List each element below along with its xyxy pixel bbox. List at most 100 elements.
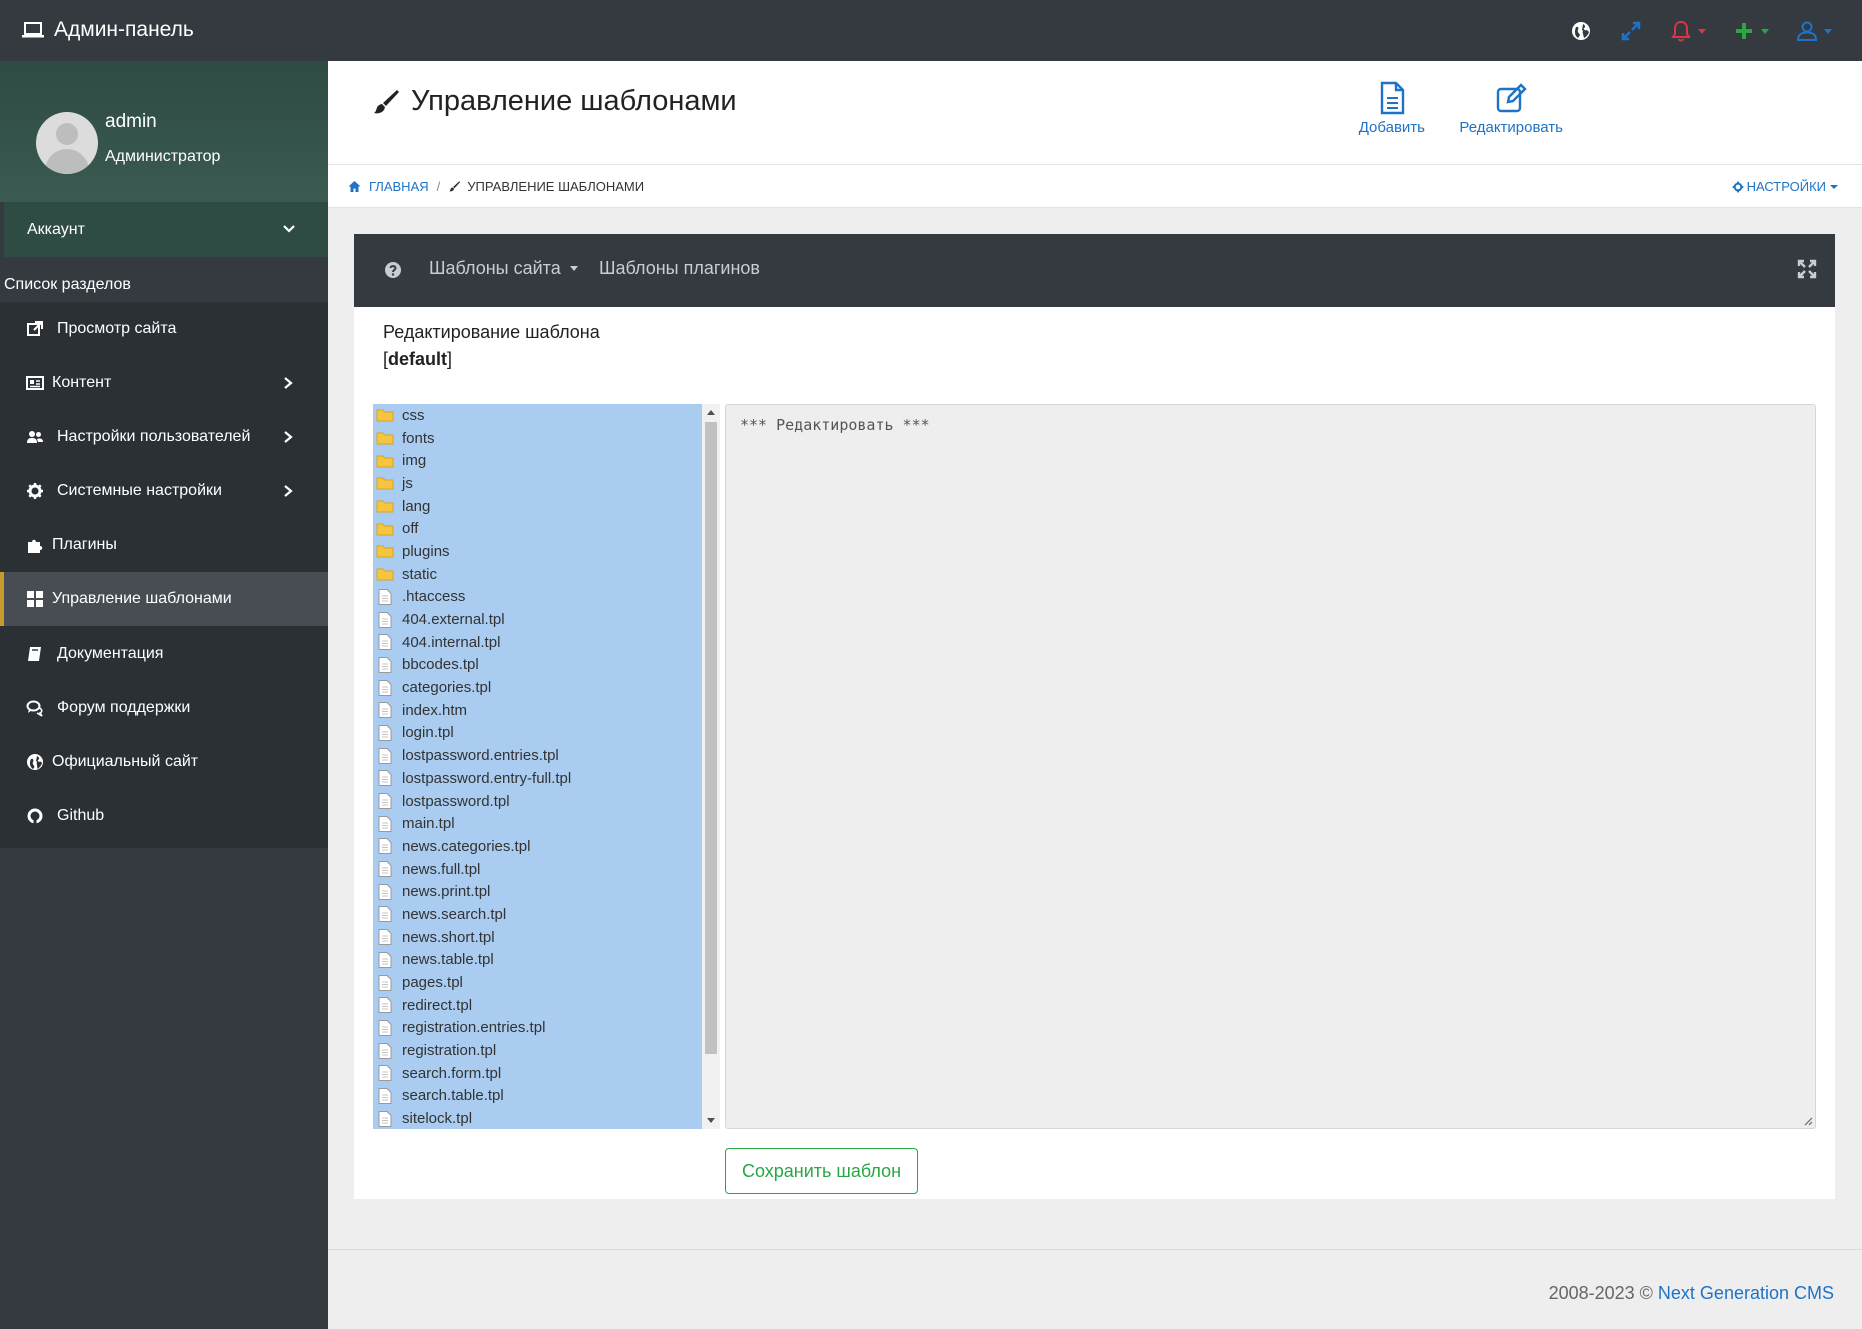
sidebar-item-content[interactable]: Контент	[0, 356, 328, 410]
user-menu-button[interactable]	[1795, 16, 1832, 46]
sidebar-item-user-settings[interactable]: Настройки пользователей	[0, 410, 328, 464]
resize-handle-icon[interactable]	[1803, 1116, 1813, 1126]
tab-site-templates-label: Шаблоны сайта	[429, 258, 561, 278]
folder-item[interactable]: css	[373, 404, 702, 427]
globe-icon	[27, 754, 43, 770]
folder-item[interactable]: js	[373, 472, 702, 495]
breadcrumb-home[interactable]: ГЛАВНАЯ	[369, 179, 429, 194]
settings-dropdown[interactable]: НАСТРОЙКИ	[1732, 179, 1838, 194]
add-menu-button[interactable]	[1732, 16, 1769, 46]
globe-button[interactable]	[1569, 16, 1593, 46]
file-name: img	[402, 452, 427, 470]
file-item[interactable]: news.full.tpl	[373, 858, 702, 881]
sidebar-item-support-forum[interactable]: Форум поддержки	[0, 681, 328, 735]
file-item[interactable]: news.table.tpl	[373, 949, 702, 972]
file-icon	[378, 588, 392, 605]
notifications-button[interactable]	[1669, 16, 1706, 46]
sidebar-item-view-site[interactable]: Просмотр сайта	[0, 302, 328, 356]
brand[interactable]: Админ-панель	[20, 17, 194, 43]
file-icon	[378, 679, 392, 696]
folder-icon	[376, 500, 394, 513]
sidebar-item-label: Управление шаблонами	[52, 590, 232, 607]
file-name: main.tpl	[402, 815, 455, 833]
file-icon	[378, 906, 392, 923]
scroll-down-arrow-icon[interactable]	[707, 1118, 715, 1123]
file-item[interactable]: login.tpl	[373, 722, 702, 745]
file-name: news.categories.tpl	[402, 837, 531, 855]
file-item[interactable]: news.short.tpl	[373, 926, 702, 949]
scroll-thumb[interactable]	[705, 422, 717, 1054]
scroll-up-arrow-icon[interactable]	[707, 410, 715, 415]
folder-item[interactable]: img	[373, 449, 702, 472]
top-navbar: Админ-панель	[0, 0, 1862, 61]
folder-item[interactable]: static	[373, 563, 702, 586]
paint-brush-icon	[449, 181, 461, 192]
file-item[interactable]: news.print.tpl	[373, 880, 702, 903]
file-item[interactable]: 404.external.tpl	[373, 608, 702, 631]
chevron-right-icon	[284, 431, 293, 443]
page-title-text: Управление шаблонами	[411, 85, 737, 117]
top-icons	[1543, 16, 1832, 46]
account-dropdown[interactable]: Аккаунт	[4, 202, 328, 257]
file-item[interactable]: pages.tpl	[373, 971, 702, 994]
file-item[interactable]: lostpassword.entries.tpl	[373, 744, 702, 767]
file-item[interactable]: 404.internal.tpl	[373, 631, 702, 654]
file-item[interactable]: news.categories.tpl	[373, 835, 702, 858]
file-item[interactable]: registration.tpl	[373, 1039, 702, 1062]
sidebar-item-documentation[interactable]: Документация	[0, 627, 328, 681]
file-list-scrollbar[interactable]	[702, 404, 720, 1129]
file-name: search.form.tpl	[402, 1064, 502, 1082]
expand-icon[interactable]	[1797, 259, 1817, 279]
folder-icon	[376, 545, 394, 558]
external-link-icon	[27, 321, 43, 336]
chevron-right-icon	[284, 485, 293, 497]
folder-item[interactable]: fonts	[373, 427, 702, 450]
file-name: search.table.tpl	[402, 1087, 504, 1105]
file-item[interactable]: lostpassword.entry-full.tpl	[373, 767, 702, 790]
avatar-body	[45, 149, 89, 174]
file-item[interactable]: categories.tpl	[373, 676, 702, 699]
file-item[interactable]: index.htm	[373, 699, 702, 722]
file-item[interactable]: bbcodes.tpl	[373, 654, 702, 677]
file-item[interactable]: main.tpl	[373, 812, 702, 835]
save-template-button[interactable]: Сохранить шаблон	[725, 1148, 918, 1194]
chevron-right-icon	[284, 377, 293, 389]
file-item[interactable]: redirect.tpl	[373, 994, 702, 1017]
folder-item[interactable]: off	[373, 517, 702, 540]
file-item[interactable]: search.form.tpl	[373, 1062, 702, 1085]
sidebar-item-official-site[interactable]: Официальный сайт	[0, 735, 328, 789]
home-icon	[348, 181, 361, 192]
file-name: registration.tpl	[402, 1042, 497, 1060]
chevron-down-icon	[283, 225, 295, 233]
settings-label: НАСТРОЙКИ	[1746, 179, 1826, 194]
sidebar-item-github[interactable]: Github	[0, 789, 328, 843]
file-name: login.tpl	[402, 724, 454, 742]
edit-button[interactable]: Редактировать	[1459, 81, 1563, 136]
fullscreen-button[interactable]	[1619, 16, 1643, 46]
footer-link[interactable]: Next Generation CMS	[1658, 1283, 1834, 1303]
question-circle-icon[interactable]	[384, 261, 402, 279]
bracket-close: ]	[447, 349, 453, 369]
avatar-head	[56, 123, 78, 145]
file-item[interactable]: sitelock.tpl	[373, 1107, 702, 1129]
sidebar-item-template-management[interactable]: Управление шаблонами	[0, 572, 328, 626]
file-item[interactable]: registration.entries.tpl	[373, 1017, 702, 1040]
tab-site-templates[interactable]: Шаблоны сайта	[429, 258, 578, 279]
folder-item[interactable]: lang	[373, 495, 702, 518]
file-item[interactable]: lostpassword.tpl	[373, 790, 702, 813]
template-editor[interactable]: *** Редактировать ***	[725, 404, 1816, 1129]
tab-plugin-templates[interactable]: Шаблоны плагинов	[599, 258, 760, 279]
sidebar-item-system-settings[interactable]: Системные настройки	[0, 464, 328, 518]
file-name: static	[402, 565, 438, 583]
sidebar-item-plugins[interactable]: Плагины	[0, 518, 328, 572]
file-item[interactable]: news.search.tpl	[373, 903, 702, 926]
file-icon	[378, 793, 392, 810]
add-button[interactable]: Добавить	[1359, 81, 1425, 136]
folder-icon	[376, 432, 394, 445]
file-item[interactable]: search.table.tpl	[373, 1085, 702, 1108]
caret-down-icon	[1830, 184, 1838, 189]
newspaper-icon	[26, 376, 44, 390]
file-item[interactable]: .htaccess	[373, 586, 702, 609]
file-list[interactable]: css fonts img js lang off plugins static .htacce…	[373, 404, 702, 1129]
folder-item[interactable]: plugins	[373, 540, 702, 563]
